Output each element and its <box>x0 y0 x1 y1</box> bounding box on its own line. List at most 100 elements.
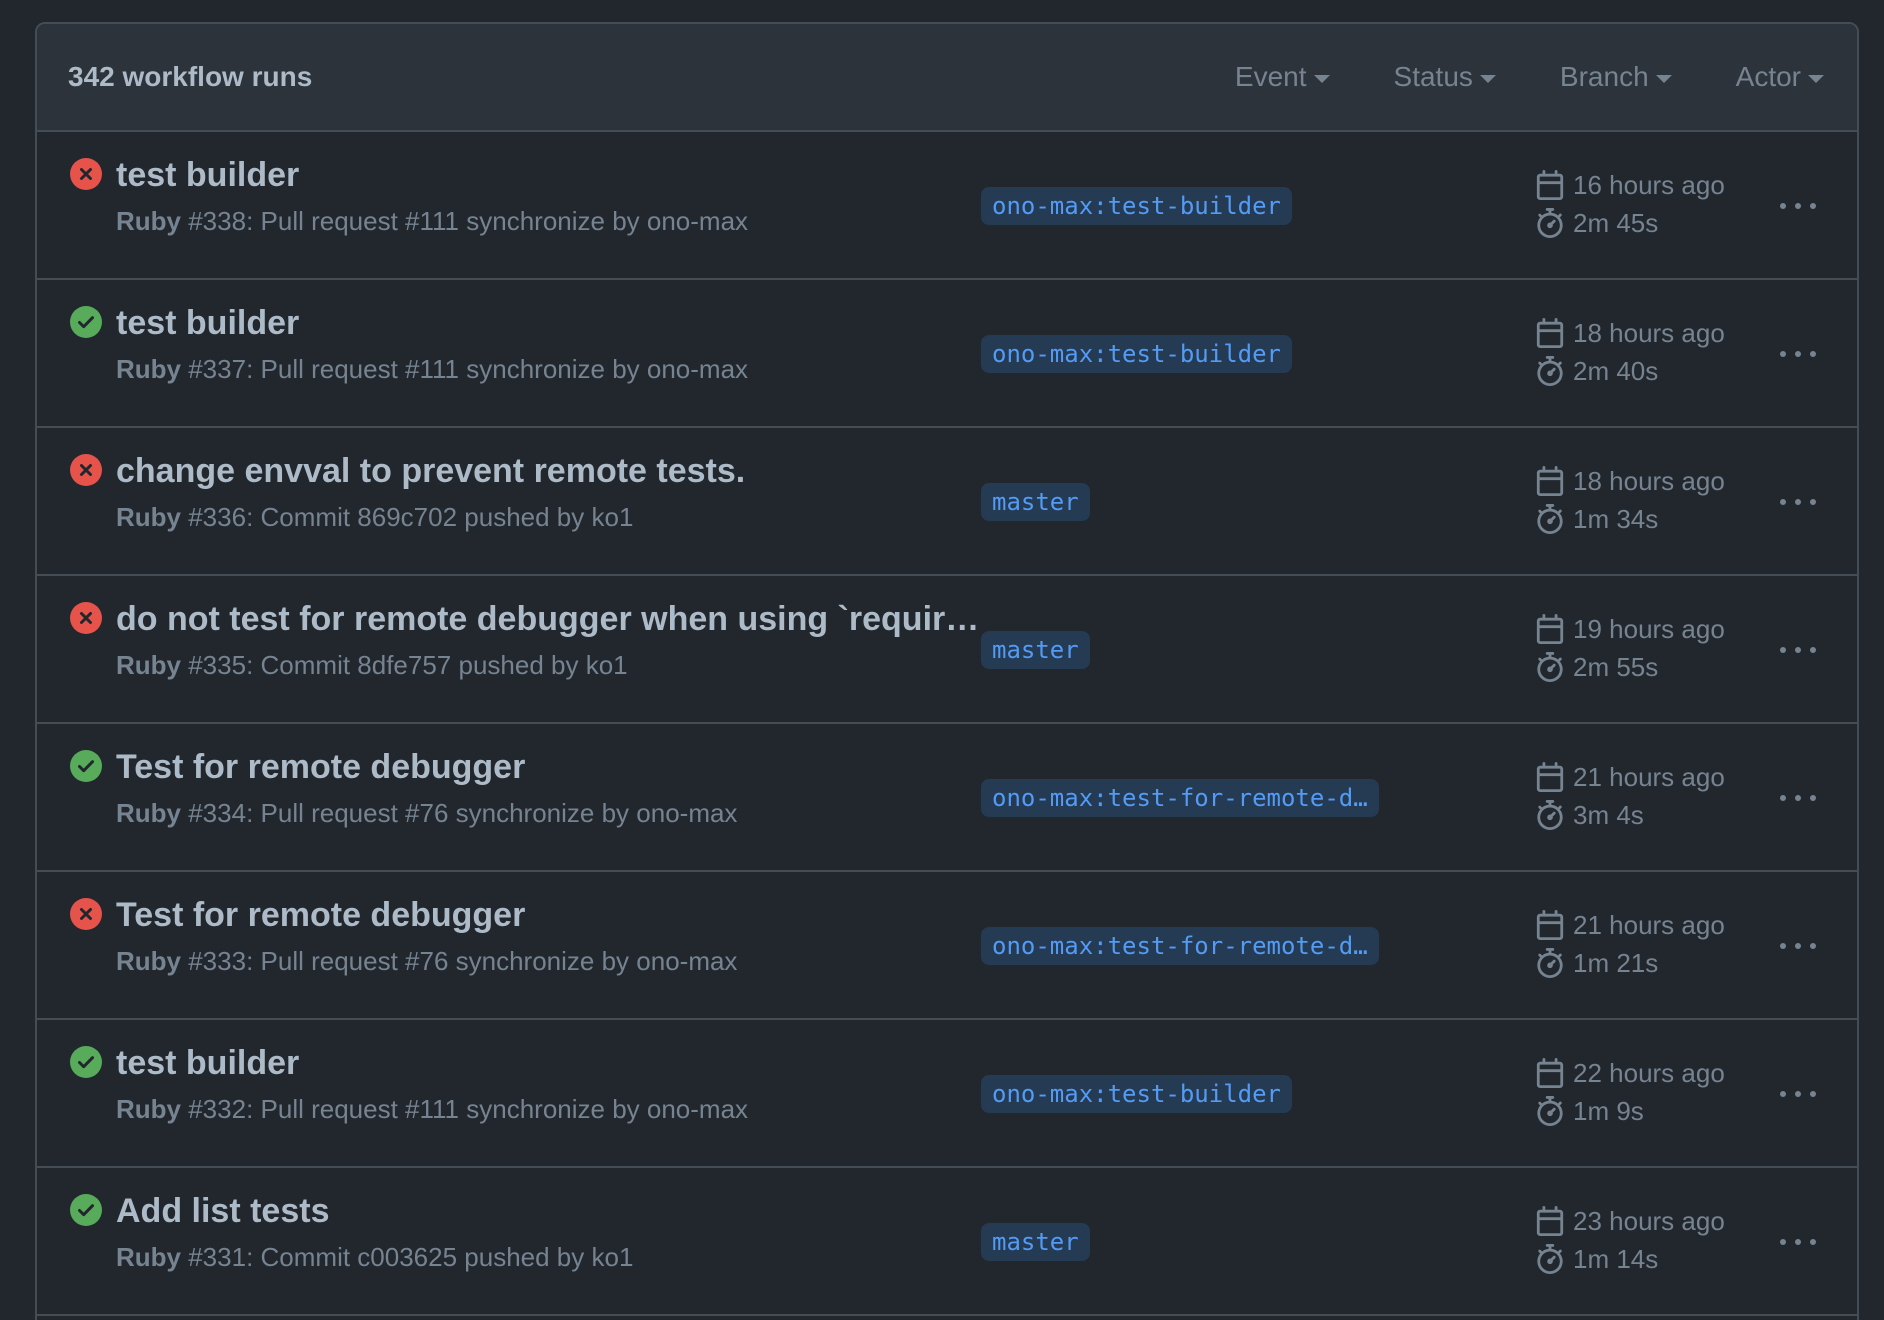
check-circle-icon <box>70 750 102 782</box>
kebab-dot <box>1795 499 1801 505</box>
failure-status-icon <box>70 898 102 930</box>
kebab-dot <box>1810 1239 1816 1245</box>
run-title[interactable]: Add list tests <box>116 1190 986 1232</box>
branch-filter-button[interactable]: Branch <box>1560 61 1672 93</box>
run-time-ago: 16 hours ago <box>1573 169 1725 200</box>
status-filter-button[interactable]: Status <box>1394 61 1496 93</box>
event-filter-button[interactable]: Event <box>1235 61 1330 93</box>
stopwatch-icon <box>1537 208 1563 238</box>
more-options-button[interactable] <box>1776 630 1820 670</box>
check-circle-icon <box>70 1194 102 1226</box>
run-row[interactable]: Test for remote debugger Ruby #333: Pull… <box>37 872 1857 1020</box>
kebab-dot <box>1780 1091 1786 1097</box>
more-options-button[interactable] <box>1776 334 1820 374</box>
run-row[interactable]: Add list tests Ruby #331: Commit c003625… <box>37 1168 1857 1316</box>
more-options-button[interactable] <box>1776 1222 1820 1262</box>
run-title[interactable]: test builder <box>116 154 986 196</box>
branch-label[interactable]: master <box>981 631 1090 669</box>
chevron-down-icon <box>1655 75 1672 83</box>
kebab-dot <box>1795 943 1801 949</box>
workflow-name: Ruby <box>116 206 181 236</box>
run-row[interactable]: change envval to prevent remote tests. R… <box>37 428 1857 576</box>
branch-label[interactable]: master <box>981 483 1090 521</box>
run-date: 21 hours ago <box>1535 906 1725 944</box>
run-title[interactable]: test builder <box>116 1042 986 1084</box>
chevron-down-icon <box>1808 75 1824 83</box>
run-row[interactable]: test builder Ruby #337: Pull request #11… <box>37 280 1857 428</box>
run-row[interactable]: test builder Ruby #332: Pull request #11… <box>37 1020 1857 1168</box>
run-date: 19 hours ago <box>1535 610 1725 648</box>
run-time-info: 16 hours ago 2m 45s <box>1535 166 1725 242</box>
kebab-dot <box>1795 647 1801 653</box>
run-title[interactable]: Test for remote debugger <box>116 894 986 936</box>
kebab-dot <box>1810 499 1816 505</box>
chevron-down-icon <box>1479 75 1496 83</box>
run-time-ago: 22 hours ago <box>1573 1057 1725 1088</box>
kebab-dot <box>1795 795 1801 801</box>
kebab-dot <box>1810 351 1816 357</box>
runs-header: 342 workflow runs Event Status Branch Ac… <box>37 24 1857 132</box>
run-date: 18 hours ago <box>1535 462 1725 500</box>
run-time-ago: 23 hours ago <box>1573 1205 1725 1236</box>
kebab-dot <box>1780 351 1786 357</box>
x-circle-icon <box>70 454 102 486</box>
actor-filter-button[interactable]: Actor <box>1736 61 1824 93</box>
run-duration-value: 1m 9s <box>1573 1095 1644 1126</box>
calendar-icon <box>1536 170 1564 200</box>
more-options-button[interactable] <box>1776 1074 1820 1114</box>
run-duration: 1m 21s <box>1535 944 1725 982</box>
run-row[interactable]: Test for remote debugger Ruby #334: Pull… <box>37 724 1857 872</box>
x-circle-icon <box>70 898 102 930</box>
run-title[interactable]: Test for remote debugger <box>116 746 986 788</box>
check-circle-icon <box>70 306 102 338</box>
branch-label[interactable]: ono-max:test-for-remote-d… <box>981 779 1379 817</box>
run-duration-value: 2m 45s <box>1573 207 1659 238</box>
run-detail: #338: Pull request #111 synchronize by o… <box>181 206 749 236</box>
branch-label[interactable]: ono-max:test-for-remote-d… <box>981 927 1379 965</box>
stopwatch-icon <box>1537 652 1563 682</box>
status-filter-label: Status <box>1393 61 1473 92</box>
run-duration: 2m 45s <box>1535 204 1725 242</box>
run-meta: Ruby #331: Commit c003625 pushed by ko1 <box>116 1240 633 1274</box>
more-options-button[interactable] <box>1776 482 1820 522</box>
run-meta: Ruby #336: Commit 869c702 pushed by ko1 <box>116 500 633 534</box>
run-time-ago: 19 hours ago <box>1573 613 1725 644</box>
run-duration: 1m 14s <box>1535 1240 1725 1278</box>
run-time-info: 21 hours ago 3m 4s <box>1535 758 1725 834</box>
more-options-button[interactable] <box>1776 186 1820 226</box>
calendar-icon <box>1536 1058 1564 1088</box>
run-time-info: 18 hours ago 1m 34s <box>1535 462 1725 538</box>
branch-label[interactable]: master <box>981 1223 1090 1261</box>
run-title[interactable]: test builder <box>116 302 986 344</box>
run-detail: #337: Pull request #111 synchronize by o… <box>181 354 749 384</box>
branch-label[interactable]: ono-max:test-builder <box>981 187 1292 225</box>
workflow-name: Ruby <box>116 798 181 828</box>
more-options-button[interactable] <box>1776 926 1820 966</box>
run-row[interactable]: test builder Ruby #338: Pull request #11… <box>37 132 1857 280</box>
kebab-dot <box>1780 1239 1786 1245</box>
workflow-runs-box: 342 workflow runs Event Status Branch Ac… <box>35 22 1859 1320</box>
run-detail: #334: Pull request #76 synchronize by on… <box>181 798 738 828</box>
run-duration-value: 1m 14s <box>1573 1243 1659 1274</box>
run-time-info: 22 hours ago 1m 9s <box>1535 1054 1725 1130</box>
run-duration-value: 2m 55s <box>1573 651 1659 682</box>
run-meta: Ruby #334: Pull request #76 synchronize … <box>116 796 737 830</box>
run-title[interactable]: do not test for remote debugger when usi… <box>116 598 986 640</box>
workflow-name: Ruby <box>116 650 181 680</box>
branch-label[interactable]: ono-max:test-builder <box>981 335 1292 373</box>
run-time-ago: 21 hours ago <box>1573 909 1725 940</box>
kebab-dot <box>1780 943 1786 949</box>
run-time-ago: 18 hours ago <box>1573 465 1725 496</box>
run-row[interactable]: do not test for remote debugger when usi… <box>37 576 1857 724</box>
branch-label[interactable]: ono-max:test-builder <box>981 1075 1292 1113</box>
run-date: 18 hours ago <box>1535 314 1725 352</box>
success-status-icon <box>70 750 102 782</box>
run-duration-value: 2m 40s <box>1573 355 1659 386</box>
run-title[interactable]: change envval to prevent remote tests. <box>116 450 986 492</box>
kebab-dot <box>1795 203 1801 209</box>
run-time-info: 19 hours ago 2m 55s <box>1535 610 1725 686</box>
workflow-name: Ruby <box>116 1242 181 1272</box>
calendar-icon <box>1536 1206 1564 1236</box>
more-options-button[interactable] <box>1776 778 1820 818</box>
kebab-dot <box>1795 1091 1801 1097</box>
